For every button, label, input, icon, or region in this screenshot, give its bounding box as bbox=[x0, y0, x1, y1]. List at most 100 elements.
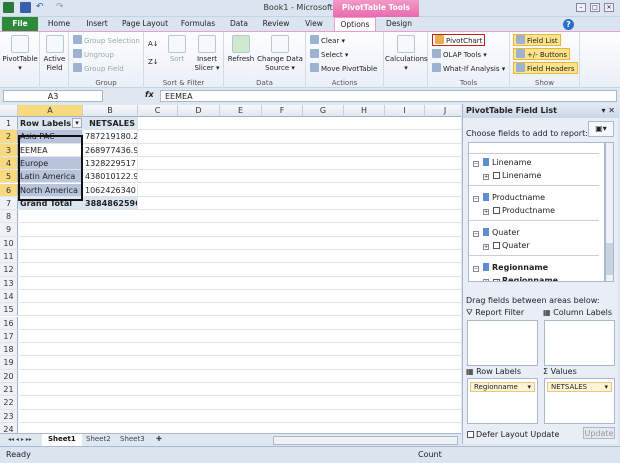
row-header[interactable]: 20 bbox=[0, 369, 18, 382]
field-headers-toggle[interactable]: Field Headers bbox=[513, 62, 578, 74]
row-header[interactable]: 18 bbox=[0, 343, 18, 356]
insert-slicer-button[interactable]: Insert Slicer ▾ bbox=[192, 35, 222, 73]
sort-az-icon[interactable]: A↓ bbox=[148, 38, 159, 50]
tab-insert[interactable]: Insert bbox=[80, 17, 114, 32]
row-header[interactable]: 14 bbox=[0, 289, 18, 303]
insert-sheet-icon[interactable]: ✚ bbox=[150, 434, 168, 446]
ungroup-button[interactable]: Ungroup bbox=[73, 49, 114, 61]
field-list-scrollbar[interactable] bbox=[605, 142, 614, 282]
row-header[interactable]: 4 bbox=[0, 156, 18, 170]
sheet-tab-sheet3[interactable]: Sheet3 bbox=[114, 434, 151, 446]
cell-b5[interactable]: 438010122.9 bbox=[83, 170, 138, 183]
cell-b4[interactable]: 1328229517 bbox=[83, 156, 138, 170]
maximize-button[interactable]: □ bbox=[590, 3, 600, 12]
row-header[interactable]: 17 bbox=[0, 329, 18, 343]
column-header-j[interactable]: J bbox=[425, 105, 461, 117]
sheet-tab-sheet2[interactable]: Sheet2 bbox=[80, 434, 117, 446]
row-header[interactable]: 21 bbox=[0, 383, 18, 396]
column-header-e[interactable]: E bbox=[220, 105, 262, 117]
column-header-d[interactable]: D bbox=[178, 105, 220, 117]
fx-icon[interactable]: fx bbox=[145, 90, 154, 99]
field-checkbox-item[interactable]: +✓Regionname bbox=[483, 276, 558, 281]
column-header-f[interactable]: F bbox=[262, 105, 303, 117]
value-field-chip[interactable]: NETSALES ▾ bbox=[547, 382, 612, 392]
field-table-header[interactable]: − Regionname bbox=[473, 263, 548, 272]
tab-review[interactable]: Review bbox=[258, 17, 294, 32]
row-header[interactable]: 7 bbox=[0, 196, 18, 210]
cell-b7[interactable]: 3884862596 bbox=[83, 196, 138, 210]
active-field-button[interactable]: Active Field bbox=[40, 35, 69, 73]
field-table-header[interactable]: − Productname bbox=[473, 193, 545, 202]
row-header[interactable]: 24 bbox=[0, 422, 18, 433]
column-header-c[interactable]: C bbox=[138, 105, 178, 117]
tab-page-layout[interactable]: Page Layout bbox=[118, 17, 172, 32]
row-header[interactable]: 5 bbox=[0, 170, 18, 183]
select-all-corner[interactable] bbox=[0, 105, 18, 117]
row-header[interactable]: 10 bbox=[0, 236, 18, 249]
values-area[interactable]: NETSALES ▾ bbox=[544, 378, 615, 424]
horizontal-scrollbar[interactable] bbox=[273, 436, 458, 445]
row-header[interactable]: 23 bbox=[0, 409, 18, 422]
tab-design[interactable]: Design bbox=[380, 17, 418, 32]
tab-view[interactable]: View bbox=[298, 17, 330, 32]
row-header[interactable]: 12 bbox=[0, 263, 18, 276]
olap-tools-button[interactable]: OLAP Tools ▾ bbox=[432, 49, 487, 61]
minimize-button[interactable]: – bbox=[576, 3, 586, 12]
row-header[interactable]: 3 bbox=[0, 143, 18, 156]
select-button[interactable]: Select ▾ bbox=[310, 49, 348, 61]
column-header-b[interactable]: B bbox=[83, 105, 138, 117]
sort-za-icon[interactable]: Z↓ bbox=[148, 56, 159, 68]
what-if-analysis-button[interactable]: What-If Analysis ▾ bbox=[432, 63, 505, 75]
row-header[interactable]: 11 bbox=[0, 250, 18, 263]
row-header[interactable]: 19 bbox=[0, 356, 18, 369]
row-header[interactable]: 15 bbox=[0, 303, 18, 316]
buttons-toggle[interactable]: +/- Buttons bbox=[513, 48, 571, 60]
defer-layout-update-checkbox[interactable]: Defer Layout Update bbox=[467, 430, 559, 439]
field-table-header[interactable]: − Linename bbox=[473, 158, 531, 167]
change-data-source-button[interactable]: Change Data Source ▾ bbox=[256, 35, 304, 73]
row-labels-area[interactable]: Regionname ▾ bbox=[467, 378, 538, 424]
group-selection-button[interactable]: Group Selection bbox=[73, 35, 140, 47]
row-header[interactable]: 13 bbox=[0, 276, 18, 289]
cell-b3[interactable]: 268977436.9 bbox=[83, 143, 138, 156]
close-pane-icon[interactable]: ▾ ✕ bbox=[601, 104, 615, 118]
name-box[interactable]: A3 bbox=[3, 90, 103, 102]
group-field-button[interactable]: Group Field bbox=[73, 63, 124, 75]
row-header[interactable]: 22 bbox=[0, 396, 18, 409]
tab-file[interactable]: File bbox=[2, 17, 38, 32]
layout-options-button[interactable]: ▣▾ bbox=[588, 121, 614, 137]
row-header[interactable]: 16 bbox=[0, 316, 18, 329]
formula-input[interactable]: EEMEA bbox=[160, 90, 617, 102]
column-header-a[interactable]: A bbox=[18, 105, 83, 117]
pivotchart-button[interactable]: PivotChart bbox=[432, 34, 486, 46]
report-filter-area[interactable] bbox=[467, 320, 538, 366]
sheet-nav-arrows[interactable]: ◂◂ ◂ ▸ ▸▸ bbox=[2, 434, 38, 446]
row-header[interactable]: 6 bbox=[0, 183, 18, 196]
row-field-chip[interactable]: Regionname ▾ bbox=[470, 382, 535, 392]
column-header-g[interactable]: G bbox=[303, 105, 344, 117]
field-list-toggle[interactable]: Field List bbox=[513, 34, 561, 46]
field-table-header[interactable]: − Quater bbox=[473, 228, 520, 237]
row-header[interactable]: 1 bbox=[0, 117, 18, 130]
field-checkbox-item[interactable]: + Linename bbox=[483, 171, 541, 180]
calculations-button[interactable]: Calculations ▾ bbox=[385, 35, 428, 73]
pivottable-button[interactable]: PivotTable ▾ bbox=[2, 35, 38, 73]
column-labels-area[interactable] bbox=[544, 320, 615, 366]
tab-data[interactable]: Data bbox=[224, 17, 254, 32]
cell-b1[interactable]: NETSALES bbox=[83, 117, 138, 130]
move-pivottable-button[interactable]: Move PivotTable bbox=[310, 63, 377, 75]
tab-options[interactable]: Options bbox=[334, 17, 376, 32]
cell-b6[interactable]: 1062426340 bbox=[83, 183, 138, 196]
row-header[interactable]: 9 bbox=[0, 223, 18, 236]
help-icon[interactable]: ? bbox=[563, 19, 574, 30]
tab-home[interactable]: Home bbox=[42, 17, 76, 32]
close-button[interactable]: ✕ bbox=[604, 3, 614, 12]
cell-b2[interactable]: 787219180.2 bbox=[83, 130, 138, 143]
update-button[interactable]: Update bbox=[583, 427, 615, 439]
sort-button[interactable]: Sort bbox=[164, 35, 190, 64]
refresh-button[interactable]: Refresh bbox=[226, 35, 256, 64]
column-header-h[interactable]: H bbox=[344, 105, 385, 117]
tab-formulas[interactable]: Formulas bbox=[176, 17, 220, 32]
clear-button[interactable]: Clear ▾ bbox=[310, 35, 345, 47]
sheet-tab-sheet1[interactable]: Sheet1 bbox=[42, 434, 82, 446]
